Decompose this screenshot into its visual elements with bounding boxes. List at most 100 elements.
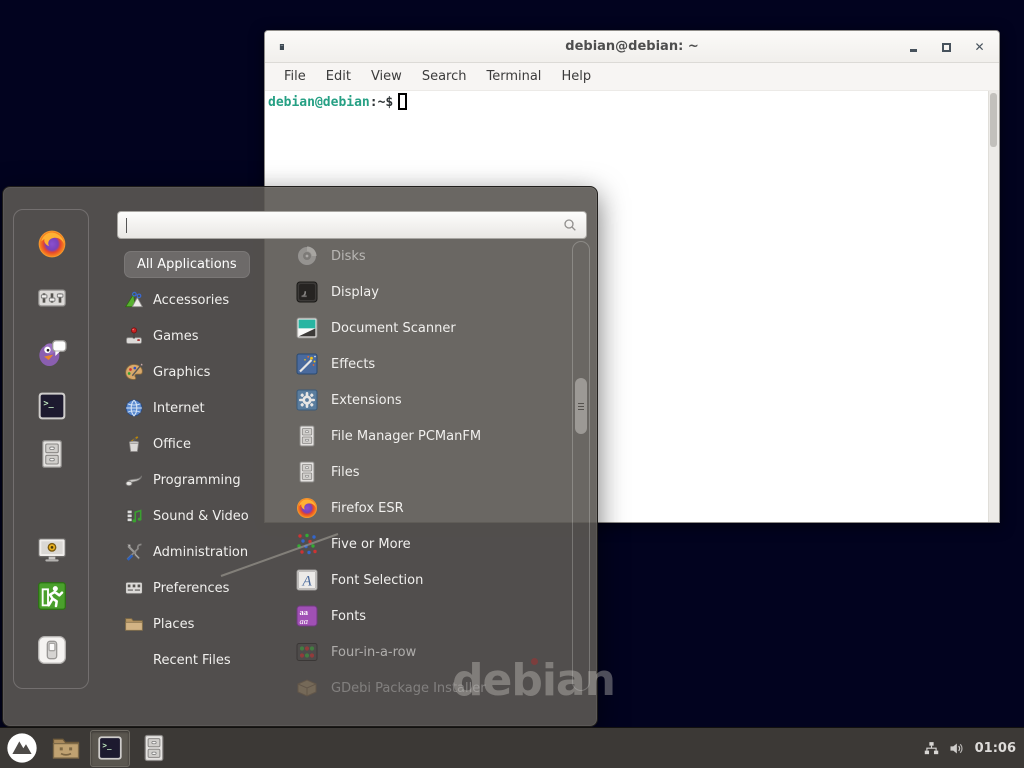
- app-firefox-esr[interactable]: Firefox ESR: [286, 490, 568, 526]
- category-label: Accessories: [153, 293, 229, 308]
- pidgin-icon: [36, 336, 68, 368]
- svg-text:aɑ: aɑ: [300, 616, 309, 626]
- menu-scrollbar[interactable]: [572, 241, 590, 691]
- firefox-icon: [295, 496, 319, 520]
- app-five-or-more[interactable]: Five or More: [286, 526, 568, 562]
- window-title: debian@debian: ~: [265, 39, 999, 54]
- application-list: Disks Display Document Scanner Effects E…: [286, 238, 568, 706]
- category-label: Sound & Video: [153, 509, 249, 524]
- category-label: Recent Files: [153, 653, 231, 668]
- lock-screen-button[interactable]: [34, 532, 70, 568]
- favorites-rail: >_: [13, 209, 89, 689]
- category-graphics[interactable]: Graphics: [119, 354, 271, 390]
- menu-edit[interactable]: Edit: [316, 65, 361, 88]
- graphics-icon: [124, 362, 144, 382]
- desktop[interactable]: debian@debian: ~ ✕ File Edit View Search…: [0, 0, 1024, 768]
- fonts-icon: aaaɑ: [295, 604, 319, 628]
- category-accessories[interactable]: Accessories: [119, 282, 271, 318]
- menu-terminal[interactable]: Terminal: [476, 65, 551, 88]
- whisker-menu-icon: [6, 732, 38, 764]
- taskbar-file-manager-button[interactable]: [46, 730, 86, 767]
- minimize-button[interactable]: [908, 42, 919, 53]
- category-label: All Applications: [124, 251, 250, 278]
- file-cabinet-icon: [295, 424, 319, 448]
- search-input[interactable]: [117, 211, 587, 239]
- file-cabinet-icon: [295, 460, 319, 484]
- display-icon: [295, 280, 319, 304]
- category-recent-files[interactable]: Recent Files: [119, 642, 271, 678]
- log-out-button[interactable]: [34, 578, 70, 614]
- preferences-icon: [124, 578, 144, 598]
- menu-search[interactable]: Search: [412, 65, 477, 88]
- file-cabinet-icon: [139, 733, 169, 763]
- shut-down-button[interactable]: [34, 632, 70, 668]
- app-label: Extensions: [331, 393, 402, 408]
- category-internet[interactable]: Internet: [119, 390, 271, 426]
- favorite-file-manager[interactable]: [34, 436, 70, 472]
- folder-icon: [51, 733, 81, 763]
- favorite-settings[interactable]: [34, 280, 70, 316]
- terminal-menubar: File Edit View Search Terminal Help: [265, 63, 999, 91]
- firefox-icon: [36, 228, 68, 260]
- app-document-scanner[interactable]: Document Scanner: [286, 310, 568, 346]
- terminal-scrollbar[interactable]: [988, 91, 999, 522]
- app-fonts[interactable]: aaaɑFonts: [286, 598, 568, 634]
- menu-scrollbar-thumb[interactable]: [575, 378, 587, 434]
- empty-icon-spacer: [124, 650, 144, 670]
- category-programming[interactable]: Programming: [119, 462, 271, 498]
- category-office[interactable]: Office: [119, 426, 271, 462]
- app-gdebi-package-installer[interactable]: GDebi Package Installer: [286, 670, 568, 706]
- clock: 01:06: [973, 741, 1016, 756]
- category-label: Administration: [153, 545, 248, 560]
- gdebi-package-icon: [295, 676, 319, 700]
- app-font-selection[interactable]: AFont Selection: [286, 562, 568, 598]
- category-places[interactable]: Places: [119, 606, 271, 642]
- svg-text:>_: >_: [43, 399, 54, 409]
- volume-tray-icon[interactable]: [948, 740, 965, 757]
- prompt-path: :~$: [370, 95, 393, 110]
- app-display[interactable]: Display: [286, 274, 568, 310]
- svg-text:>_: >_: [102, 741, 112, 750]
- app-effects[interactable]: Effects: [286, 346, 568, 382]
- app-label: Five or More: [331, 537, 411, 552]
- app-disks[interactable]: Disks: [286, 238, 568, 274]
- office-icon: [124, 434, 144, 454]
- category-all-applications[interactable]: All Applications: [119, 246, 271, 282]
- menu-help[interactable]: Help: [551, 65, 601, 88]
- internet-icon: [124, 398, 144, 418]
- app-label: Disks: [331, 249, 366, 264]
- app-label: Font Selection: [331, 573, 423, 588]
- favorite-pidgin[interactable]: [34, 334, 70, 370]
- taskbar: >_ 01:06: [0, 727, 1024, 768]
- taskbar-file-cabinet-button[interactable]: [134, 730, 174, 767]
- close-button[interactable]: ✕: [974, 42, 985, 53]
- maximize-button[interactable]: [941, 42, 952, 53]
- taskbar-terminal-button[interactable]: >_: [90, 730, 130, 767]
- terminal-icon: >_: [96, 734, 124, 762]
- window-icon: [278, 41, 287, 53]
- favorite-firefox[interactable]: [34, 226, 70, 262]
- app-four-in-a-row[interactable]: Four-in-a-row: [286, 634, 568, 670]
- applications-menu-button[interactable]: [2, 730, 42, 767]
- app-extensions[interactable]: Extensions: [286, 382, 568, 418]
- settings-mixer-icon: [36, 282, 68, 314]
- text-caret: [126, 218, 127, 233]
- app-files[interactable]: Files: [286, 454, 568, 490]
- app-label: Firefox ESR: [331, 501, 404, 516]
- shell-prompt: debian@debian:~$: [268, 93, 407, 110]
- lock-screen-icon: [36, 534, 68, 566]
- app-file-manager-pcmanfm[interactable]: File Manager PCManFM: [286, 418, 568, 454]
- terminal-titlebar[interactable]: debian@debian: ~ ✕: [265, 31, 999, 63]
- search-icon: [562, 217, 578, 233]
- category-administration[interactable]: Administration: [119, 534, 271, 570]
- menu-view[interactable]: View: [361, 65, 412, 88]
- category-preferences[interactable]: Preferences: [119, 570, 271, 606]
- favorite-terminal[interactable]: >_: [34, 388, 70, 424]
- network-tray-icon[interactable]: [923, 740, 940, 757]
- menu-file[interactable]: File: [274, 65, 316, 88]
- extensions-icon: [295, 388, 319, 412]
- category-games[interactable]: Games: [119, 318, 271, 354]
- category-sound-video[interactable]: Sound & Video: [119, 498, 271, 534]
- terminal-scrollbar-thumb[interactable]: [990, 93, 997, 147]
- app-label: Document Scanner: [331, 321, 456, 336]
